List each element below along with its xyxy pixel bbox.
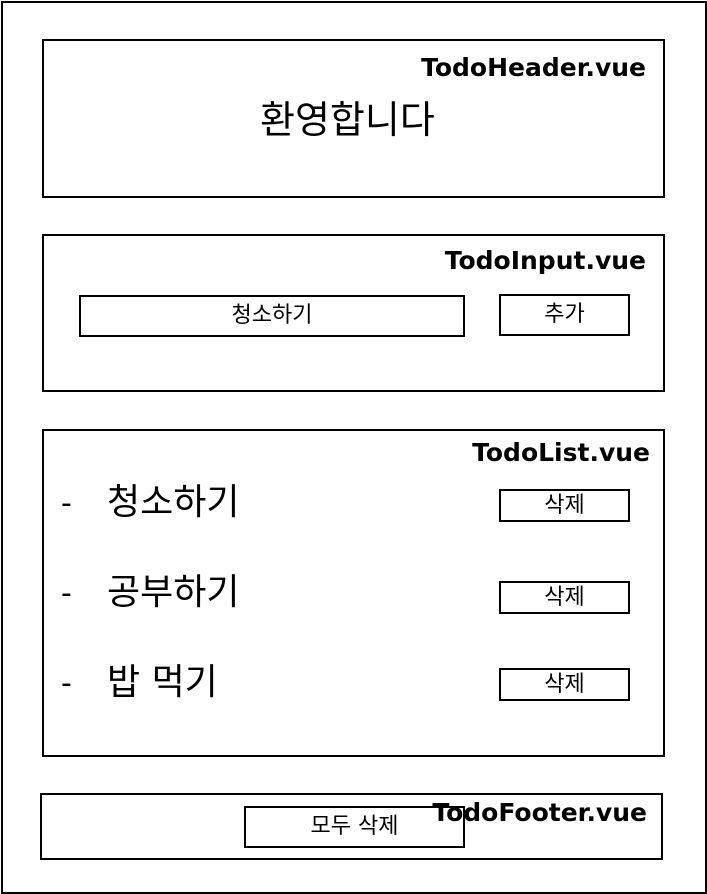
delete-button[interactable]: 삭제 xyxy=(499,489,630,522)
delete-button[interactable]: 삭제 xyxy=(499,581,630,614)
todo-footer-box: 모두 삭제 TodoFooter.vue xyxy=(40,793,663,860)
add-button[interactable]: 추가 xyxy=(499,294,630,336)
list-item-bullet: - xyxy=(61,486,72,521)
todo-footer-component-label: TodoFooter.vue xyxy=(432,798,647,827)
delete-button[interactable]: 삭제 xyxy=(499,668,630,701)
todo-input-field[interactable]: 청소하기 xyxy=(79,295,465,337)
todo-input-component-label: TodoInput.vue xyxy=(444,246,646,275)
todo-list-box: TodoList.vue - 청소하기 삭제 - 공부하기 삭제 - 밥 먹기 … xyxy=(42,429,665,757)
welcome-heading: 환영합니다 xyxy=(260,98,435,142)
list-item-text: 밥 먹기 xyxy=(107,662,218,703)
list-item-bullet: - xyxy=(61,576,72,611)
todo-input-box: TodoInput.vue 청소하기 추가 xyxy=(42,234,665,392)
list-item-text: 청소하기 xyxy=(107,482,240,523)
todo-header-component-label: TodoHeader.vue xyxy=(421,53,646,82)
todo-list-component-label: TodoList.vue xyxy=(472,438,650,467)
todo-header-box: TodoHeader.vue 환영합니다 xyxy=(42,39,665,198)
list-item-text: 공부하기 xyxy=(107,572,240,613)
list-item-bullet: - xyxy=(61,666,72,701)
